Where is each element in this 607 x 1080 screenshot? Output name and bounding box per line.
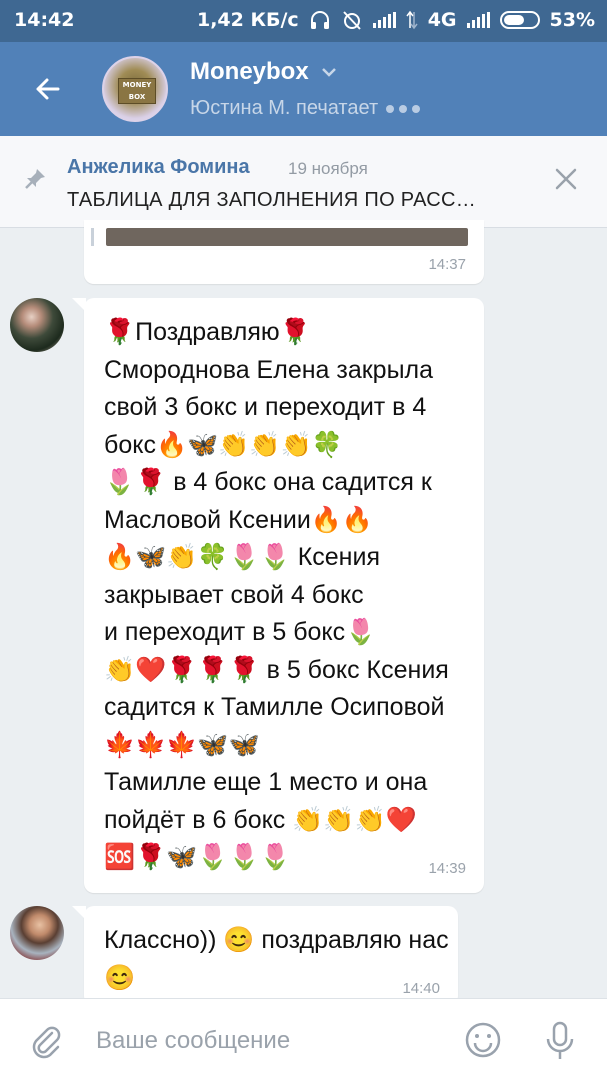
battery-percent: 53% — [549, 9, 595, 31]
bubble-tail — [72, 906, 86, 920]
network-speed: 1,42 КБ/с — [196, 9, 299, 31]
pinned-author: Анжелика Фомина — [67, 156, 250, 178]
message-bubble[interactable]: Классно)) 😊 поздравляю нас😊 14:40 — [72, 906, 458, 1006]
data-arrows-icon — [406, 10, 418, 30]
message-input-bar — [0, 998, 607, 1080]
pinned-message[interactable]: Анжелика Фомина 19 ноября ТАБЛИЦА ДЛЯ ЗА… — [0, 136, 607, 228]
microphone-icon[interactable] — [545, 1021, 575, 1061]
typing-text: Юстина М. печатает — [190, 97, 379, 119]
alarm-off-icon — [342, 11, 361, 30]
message-text: Классно)) 😊 поздравляю нас😊 — [104, 926, 449, 992]
network-type: 4G — [427, 9, 457, 31]
message-time: 14:39 — [428, 860, 466, 877]
back-arrow-icon[interactable] — [28, 69, 68, 109]
message-text: 🌹Поздравляю🌹 Смороднова Елена закрыла св… — [104, 318, 449, 871]
message-bubble[interactable]: 14:37 — [84, 220, 484, 284]
status-icons: 1,42 КБ/с 4G 53% — [197, 9, 595, 31]
message-input[interactable] — [96, 1023, 436, 1059]
bubble-tail — [72, 298, 86, 312]
battery-icon — [499, 11, 540, 29]
typing-dots-icon — [386, 104, 421, 113]
signal-2-icon — [466, 12, 490, 28]
pinned-date: 19 ноября — [288, 159, 368, 178]
message-time: 14:37 — [428, 256, 466, 273]
chat-title-text: Moneybox — [190, 58, 309, 85]
status-time: 14:42 — [14, 9, 75, 31]
avatar-text-money: MONEY — [122, 81, 152, 89]
avatar[interactable] — [10, 906, 64, 960]
emoji-icon[interactable] — [464, 1021, 502, 1059]
headphones-icon — [310, 11, 329, 29]
pin-icon — [25, 169, 45, 189]
attached-image[interactable] — [106, 228, 468, 246]
message-time: 14:40 — [402, 980, 440, 997]
chat-header: MONEY BOX Moneybox Юстина М. печатает — [0, 42, 607, 136]
pinned-text: ТАБЛИЦА ДЛЯ ЗАПОЛНЕНИЯ ПО РАСС… — [67, 189, 477, 211]
chat-avatar[interactable]: MONEY BOX — [102, 56, 168, 122]
typing-indicator: Юстина М. печатает — [190, 97, 421, 120]
reply-bar — [91, 228, 94, 246]
chevron-down-icon — [321, 68, 336, 77]
paperclip-icon[interactable] — [28, 1023, 64, 1059]
avatar[interactable] — [10, 298, 64, 352]
message-bubble[interactable]: 🌹Поздравляю🌹 Смороднова Елена закрыла св… — [72, 298, 484, 893]
signal-icon — [372, 12, 396, 28]
avatar-text-box: BOX — [128, 93, 146, 101]
avatar-moneybox-image: MONEY BOX — [118, 78, 156, 104]
status-bar: 14:42 1,42 КБ/с 4G 53% — [0, 0, 607, 42]
close-icon[interactable] — [553, 166, 579, 192]
chat-title[interactable]: Moneybox — [190, 58, 337, 86]
